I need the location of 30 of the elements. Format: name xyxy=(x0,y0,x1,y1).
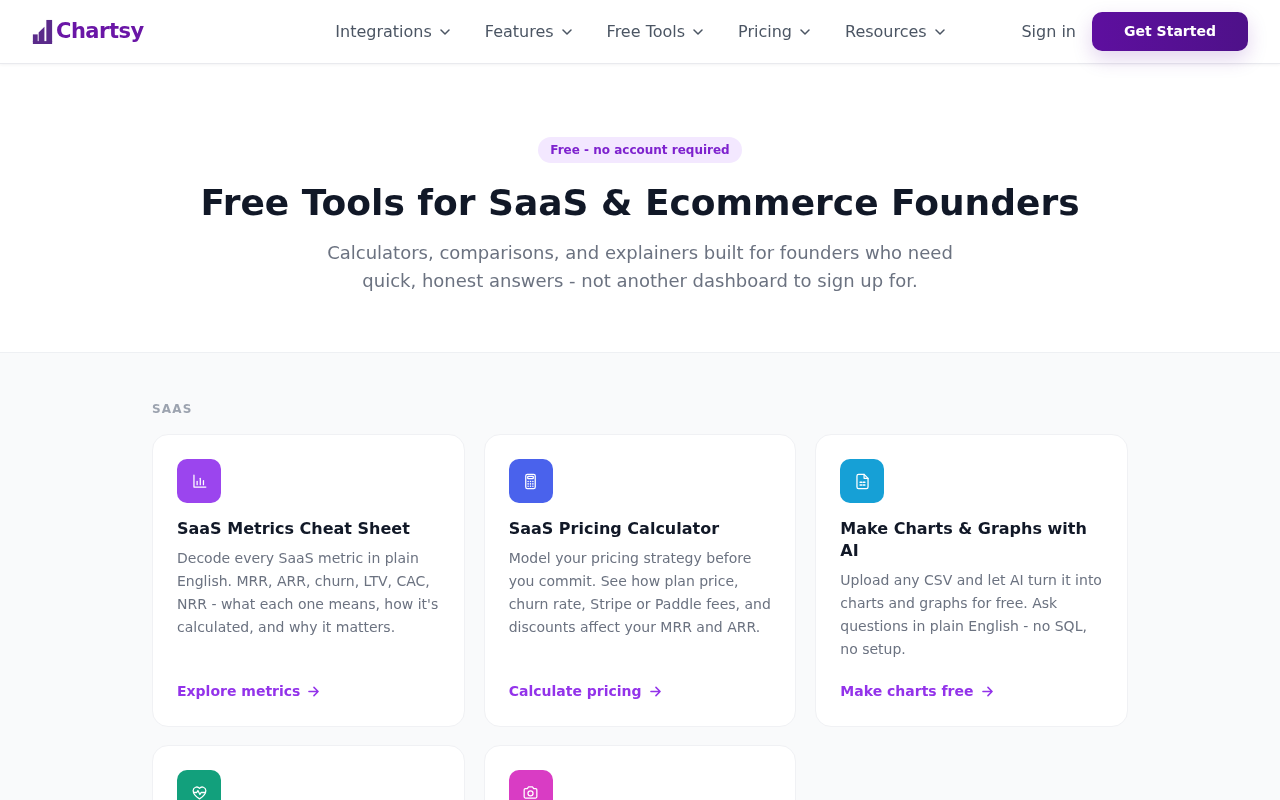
card-link[interactable]: Explore metrics xyxy=(177,661,320,702)
chevron-down-icon xyxy=(800,28,810,35)
brand-logo[interactable]: Chartsy xyxy=(32,15,144,48)
hero-title: Free Tools for SaaS & Ecommerce Founders xyxy=(199,181,1081,225)
arrow-right-icon xyxy=(981,686,993,697)
chevron-down-icon xyxy=(693,28,704,35)
nav-link[interactable]: Resources xyxy=(845,19,945,44)
nav-link[interactable]: Free Tools xyxy=(606,19,704,44)
card-title: SaaS Pricing Calculator xyxy=(508,518,721,540)
card-description: Decode every SaaS metric in plain English. MRR, ARR, churn, LTV, CAC, NRR - what each one means, how it's calculated, and why it matters. xyxy=(177,549,440,637)
card-title: SaaS Metrics Cheat Sheet xyxy=(177,518,411,540)
nav-link[interactable]: Pricing xyxy=(738,19,810,44)
get-started-button[interactable]: Get Started xyxy=(1092,12,1248,51)
section-heading: SAAS xyxy=(152,401,194,417)
card-description: Model your pricing strategy before you commit. See how plan price, churn rate, Stripe or Paddle fees, and discounts affect your MRR and ARR. xyxy=(508,549,772,637)
hero-subtitle: Calculators, comparisons, and explainers built for founders who need quick, honest answers - not another dashboard to sign up for. xyxy=(326,241,954,293)
nav-link[interactable]: Integrations xyxy=(335,19,450,44)
nav-link[interactable]: Features xyxy=(484,19,572,44)
hero-badge: Free - no account required xyxy=(538,137,742,163)
card-description: Upload any CSV and let AI turn it into charts and graphs for free. Ask questions in plain English - no SQL, no setup. xyxy=(840,571,1103,659)
card-title: Make Charts & Graphs with AI xyxy=(840,518,1088,562)
chevron-down-icon xyxy=(934,28,945,35)
arrow-right-icon xyxy=(649,686,661,697)
sign-in-link[interactable]: Sign in xyxy=(1021,19,1076,44)
chevron-down-icon xyxy=(439,28,450,35)
arrow-right-icon xyxy=(308,686,320,697)
card-link[interactable]: Make charts free xyxy=(840,661,993,702)
card-link[interactable]: Calculate pricing xyxy=(508,661,661,702)
bar-chart-icon xyxy=(32,19,53,44)
chevron-down-icon xyxy=(561,28,572,35)
